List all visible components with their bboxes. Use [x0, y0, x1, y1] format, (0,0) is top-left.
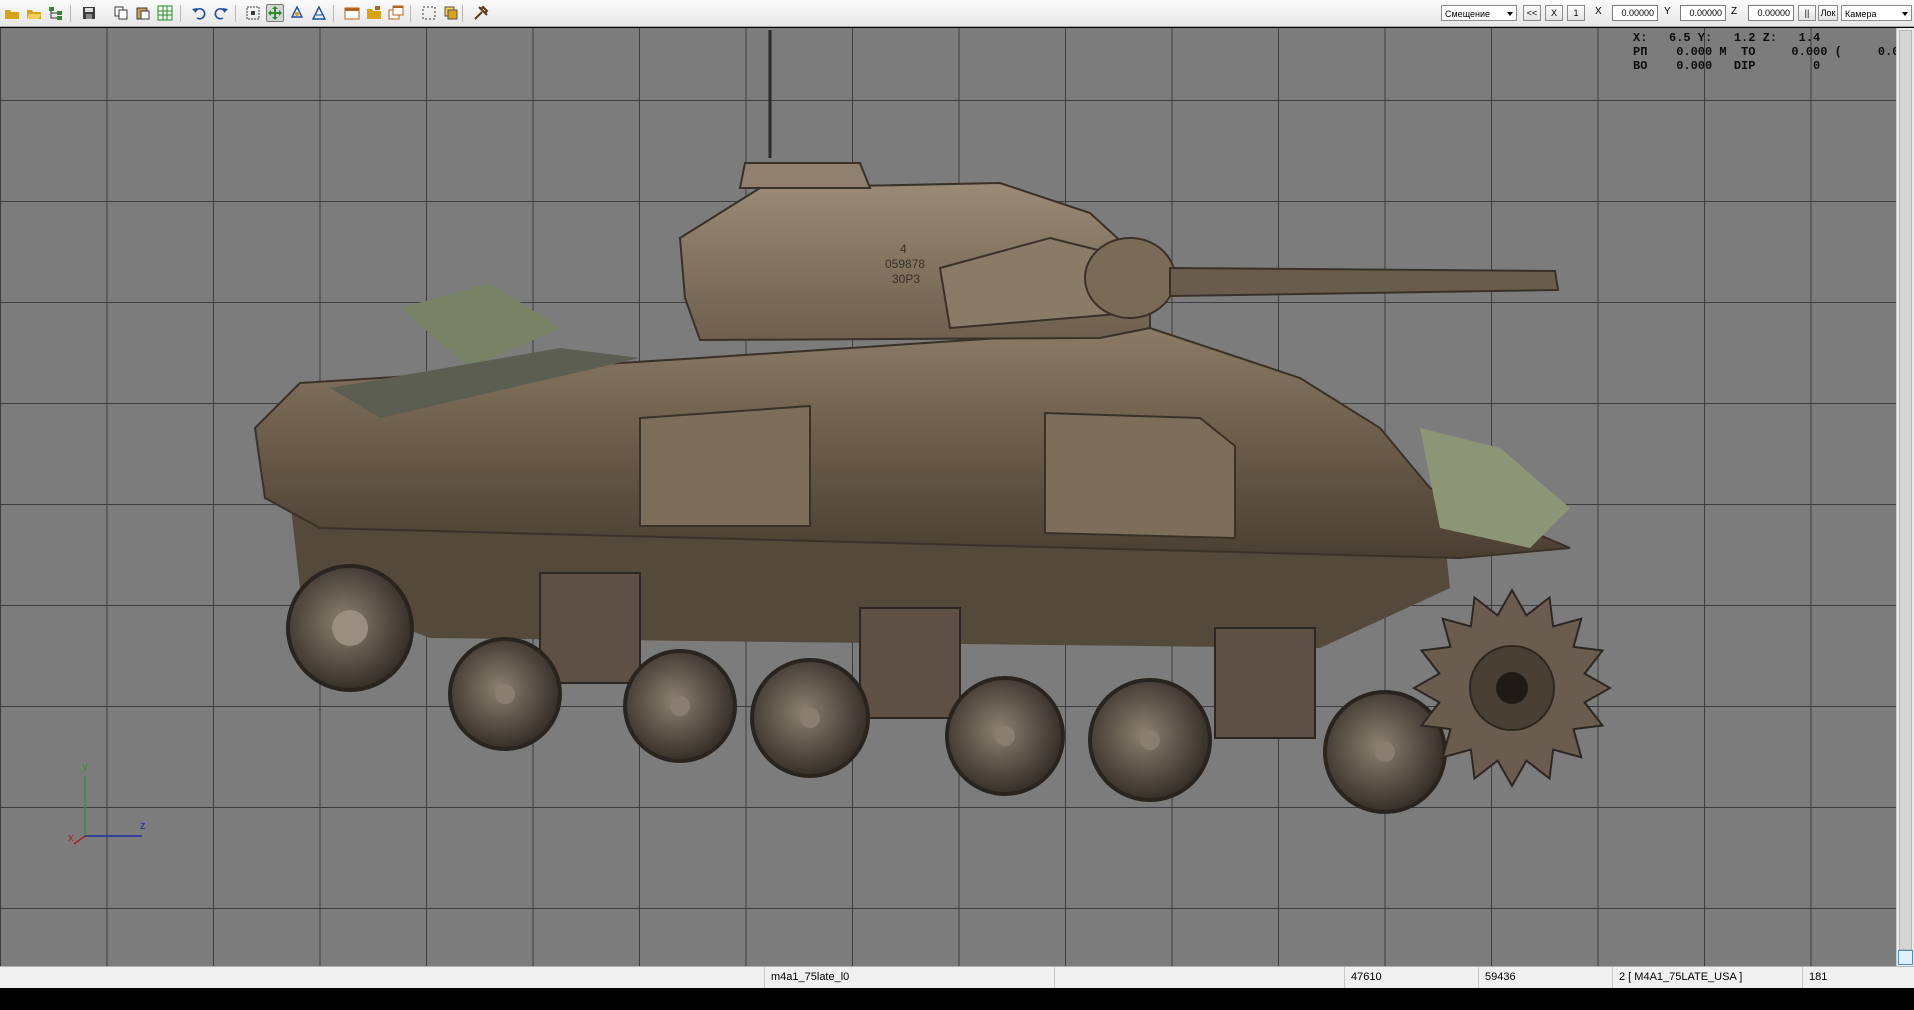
paste-icon — [136, 7, 150, 20]
select-icon — [246, 6, 260, 20]
x-axis-line — [73, 835, 86, 845]
open-folder-button[interactable] — [25, 4, 43, 22]
undo-button[interactable] — [190, 4, 208, 22]
save-button[interactable] — [80, 4, 98, 22]
copy-button[interactable] — [112, 4, 130, 22]
tree-icon — [49, 7, 62, 20]
one-toggle-button[interactable]: 1 — [1567, 5, 1585, 21]
tools-button[interactable] — [472, 4, 490, 22]
window-copy-icon — [388, 5, 404, 20]
grid-select-icon — [157, 5, 173, 21]
z-axis-label: z — [140, 820, 146, 832]
x-toggle-button[interactable]: X — [1545, 5, 1563, 21]
camera-select-value: Камера — [1845, 9, 1877, 19]
axis-gizmo: y z x — [68, 761, 146, 845]
z-coord-field[interactable]: 0.00000 — [1748, 5, 1794, 21]
wheel-hub — [495, 684, 515, 704]
wheel-hub — [1375, 742, 1395, 762]
wheel-hub — [800, 708, 820, 728]
toolbar-separator — [410, 5, 411, 22]
move-icon — [268, 6, 282, 20]
rotate-icon — [290, 5, 304, 18]
toolbar-separator — [333, 5, 334, 22]
status-empty-1 — [0, 967, 765, 988]
y-coord-label: Y — [1664, 6, 1671, 17]
select-box-button[interactable] — [420, 4, 438, 22]
open-folder-icon — [27, 10, 41, 19]
chevron-down-icon — [1902, 12, 1908, 16]
layers-icon — [444, 6, 458, 20]
status-value-2: 59436 — [1479, 967, 1613, 988]
select-box-icon — [422, 6, 436, 20]
status-empty-2 — [1055, 967, 1345, 988]
status-value-3: 181 — [1809, 971, 1828, 983]
copy-icon — [114, 6, 128, 20]
vertical-scrollbar[interactable] — [1896, 28, 1914, 966]
redo-icon — [214, 8, 228, 20]
window-button[interactable] — [343, 4, 361, 22]
wheel-hub — [995, 726, 1015, 746]
chevron-down-icon — [1507, 12, 1513, 16]
open-button[interactable] — [3, 4, 21, 22]
z-coord-label: Z — [1731, 6, 1738, 17]
undo-icon — [192, 8, 206, 20]
prev-button[interactable]: << — [1523, 5, 1541, 21]
svg-text:4: 4 — [900, 242, 907, 256]
tree-button[interactable] — [47, 4, 65, 22]
layers-button[interactable] — [442, 4, 460, 22]
camera-select[interactable]: Камера — [1841, 5, 1912, 21]
scrollbar-thumb[interactable] — [1899, 30, 1912, 950]
svg-text:30P3: 30P3 — [892, 272, 920, 286]
x-coord-field[interactable]: 0.00000 — [1612, 5, 1658, 21]
y-axis-label: y — [82, 761, 88, 773]
redo-button[interactable] — [212, 4, 230, 22]
toolbar-separator — [462, 5, 463, 22]
scale-icon — [311, 5, 327, 20]
tank-model[interactable]: 4 059878 30P3 — [0, 28, 1896, 966]
bottom-border — [0, 988, 1914, 1010]
scale-button[interactable] — [310, 4, 328, 22]
window-icon — [344, 7, 360, 20]
mode-select[interactable]: Смещение — [1441, 5, 1517, 21]
move-button[interactable] — [266, 4, 284, 22]
toolbar-separator — [70, 5, 71, 22]
rotate-button[interactable] — [288, 4, 306, 22]
pause-button[interactable]: || — [1798, 5, 1816, 21]
scroll-corner-button[interactable] — [1898, 950, 1913, 965]
status-object-label: 2 [ M4A1_75LATE_USA ] — [1613, 967, 1803, 988]
status-model-name: m4a1_75late_l0 — [765, 967, 1055, 988]
toolbar-separator — [235, 5, 236, 22]
3d-viewport[interactable]: X: 6.5 Y: 1.2 Z: 1.4 РП 0.000 М ТО 0.000… — [0, 28, 1896, 966]
svg-text:059878: 059878 — [885, 257, 925, 271]
folder-button[interactable] — [365, 4, 383, 22]
y-coord-field[interactable]: 0.00000 — [1680, 5, 1726, 21]
paste-button[interactable] — [134, 4, 152, 22]
window-copy-button[interactable] — [387, 4, 405, 22]
save-icon — [83, 7, 95, 19]
status-value-1: 47610 — [1345, 967, 1479, 988]
open-icon — [5, 10, 19, 19]
wheel-hub — [670, 696, 690, 716]
local-button[interactable]: Лок — [1818, 5, 1838, 21]
grid-select-button[interactable] — [156, 4, 174, 22]
x-coord-label: X — [1595, 6, 1602, 17]
toolbar-separator — [180, 5, 181, 22]
status-bar: m4a1_75late_l0 47610 59436 2 [ M4A1_75LA… — [0, 966, 1914, 988]
toolbar: Смещение << X 1 X 0.00000 Y 0.00000 Z 0.… — [0, 0, 1914, 27]
folder-icon — [367, 6, 381, 19]
wheel-hub — [1140, 730, 1160, 750]
select-button[interactable] — [244, 4, 262, 22]
tools-icon — [474, 5, 489, 20]
x-axis-label: x — [68, 832, 74, 844]
mode-select-value: Смещение — [1445, 9, 1491, 19]
